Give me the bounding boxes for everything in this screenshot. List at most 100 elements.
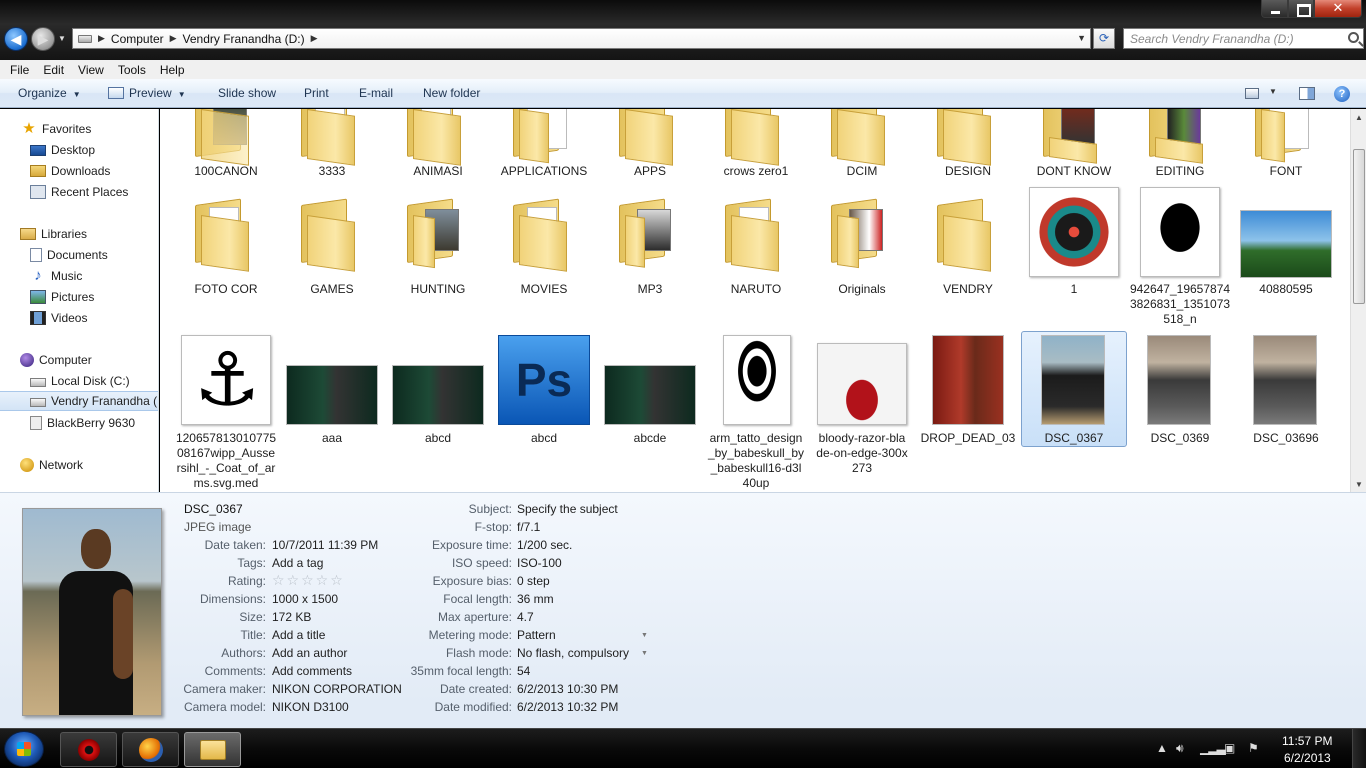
image-item[interactable]: DSC_03696: [1233, 331, 1339, 451]
search-input[interactable]: [1124, 29, 1334, 48]
breadcrumb-drive-d[interactable]: Vendry Franandha (D:): [183, 32, 305, 46]
folder-item[interactable]: 100CANON: [173, 109, 279, 179]
subject-field[interactable]: Specify the subject: [517, 502, 618, 516]
action-center-flag-icon[interactable]: ⚑: [1248, 741, 1259, 755]
start-button[interactable]: [4, 731, 44, 767]
folder-item[interactable]: MOVIES: [491, 185, 597, 296]
maximize-button[interactable]: [1288, 0, 1314, 18]
breadcrumb-arrow-icon[interactable]: ▶: [98, 33, 105, 44]
breadcrumb-arrow-icon[interactable]: ▶: [311, 33, 318, 44]
network-tray-icon[interactable]: ▣: [1224, 741, 1235, 755]
folder-item[interactable]: FOTO COR: [173, 185, 279, 296]
chevron-down-icon[interactable]: ▼: [641, 650, 648, 657]
taskbar-explorer-button[interactable]: [184, 732, 241, 767]
recent-pages-dropdown-icon[interactable]: ▼: [58, 35, 66, 43]
address-bar[interactable]: ▶ Computer ▶ Vendry Franandha (D:) ▶ ▼: [72, 28, 1091, 49]
camera-maker-field[interactable]: NIKON CORPORATION: [272, 682, 402, 696]
scroll-up-icon[interactable]: ▲: [1355, 113, 1363, 122]
slideshow-button[interactable]: Slide show: [218, 86, 276, 100]
authors-field[interactable]: Add an author: [272, 646, 347, 660]
psd-item[interactable]: Ps abcd: [491, 331, 597, 451]
organize-button[interactable]: Organize ▼: [18, 86, 81, 100]
folder-item[interactable]: FONT: [1233, 109, 1339, 179]
title-field[interactable]: Add a title: [272, 628, 325, 642]
folder-item[interactable]: EDITING: [1127, 109, 1233, 179]
folder-item[interactable]: DESIGN: [915, 109, 1021, 179]
image-item[interactable]: abcd: [385, 331, 491, 451]
image-item[interactable]: ⚓ 120657813010775 08167wipp_Ausse rsihl_…: [173, 331, 279, 491]
nav-pictures[interactable]: Pictures: [0, 287, 158, 307]
folder-item[interactable]: VENDRY: [915, 185, 1021, 296]
nav-downloads[interactable]: Downloads: [0, 161, 158, 181]
comments-field[interactable]: Add comments: [272, 664, 352, 678]
camera-model-field[interactable]: NIKON D3100: [272, 700, 349, 714]
menu-tools[interactable]: Tools: [118, 63, 146, 77]
show-hidden-icons-icon[interactable]: ▲: [1156, 741, 1168, 755]
image-item[interactable]: 1: [1021, 185, 1127, 296]
nav-music[interactable]: ♪ Music: [0, 266, 158, 286]
close-button[interactable]: ✕: [1314, 0, 1362, 18]
new-folder-button[interactable]: New folder: [423, 86, 480, 100]
folder-item[interactable]: NARUTO: [703, 185, 809, 296]
folder-item[interactable]: APPLICATIONS: [491, 109, 597, 179]
nav-videos[interactable]: Videos: [0, 308, 158, 328]
scroll-down-icon[interactable]: ▼: [1355, 480, 1363, 489]
taskbar-app-button[interactable]: [60, 732, 117, 767]
nav-libraries[interactable]: Libraries: [0, 224, 158, 244]
search-box[interactable]: [1123, 28, 1364, 49]
menu-edit[interactable]: Edit: [43, 63, 64, 77]
back-button[interactable]: ◀: [4, 27, 28, 51]
preview-pane-icon[interactable]: [1299, 87, 1315, 100]
image-item[interactable]: 40880595: [1233, 185, 1339, 296]
nav-computer[interactable]: Computer: [0, 350, 158, 370]
nav-desktop[interactable]: Desktop: [0, 140, 158, 160]
search-icon[interactable]: [1348, 32, 1359, 43]
show-desktop-button[interactable]: [1352, 729, 1366, 768]
minimize-button[interactable]: [1261, 0, 1288, 18]
nav-blackberry[interactable]: BlackBerry 9630: [0, 413, 158, 433]
taskbar-firefox-button[interactable]: [122, 732, 179, 767]
menu-file[interactable]: File: [10, 63, 29, 77]
help-icon[interactable]: ?: [1334, 86, 1350, 102]
nav-favorites[interactable]: ★ Favorites: [0, 119, 158, 139]
folder-item[interactable]: APPS: [597, 109, 703, 179]
folder-item[interactable]: GAMES: [279, 185, 385, 296]
folder-item[interactable]: 3333: [279, 109, 385, 179]
change-view-icon[interactable]: [1245, 88, 1259, 99]
nav-documents[interactable]: Documents: [0, 245, 158, 265]
print-button[interactable]: Print: [304, 86, 329, 100]
preview-button[interactable]: Preview ▼: [129, 86, 186, 100]
metering-mode-select[interactable]: Pattern: [517, 628, 556, 642]
image-item[interactable]: bloody-razor-bla de-on-edge-300x 273: [809, 331, 915, 475]
image-item[interactable]: DSC_0369: [1127, 331, 1233, 451]
folder-item[interactable]: HUNTING: [385, 185, 491, 296]
tags-field[interactable]: Add a tag: [272, 556, 323, 570]
image-item[interactable]: aaa: [279, 331, 385, 451]
image-item-selected[interactable]: DSC_0367: [1021, 331, 1127, 451]
forward-button[interactable]: ▶: [31, 27, 55, 51]
folder-item[interactable]: DONT KNOW: [1021, 109, 1127, 179]
view-options-dropdown-icon[interactable]: ▼: [1269, 87, 1277, 96]
clock-date[interactable]: 6/2/2013: [1284, 751, 1331, 765]
nav-recent-places[interactable]: Recent Places: [0, 182, 158, 202]
image-item[interactable]: DROP_DEAD_03: [915, 331, 1021, 451]
folder-item[interactable]: Originals: [809, 185, 915, 296]
folder-item[interactable]: ANIMASI: [385, 109, 491, 179]
menu-view[interactable]: View: [78, 63, 104, 77]
flash-mode-select[interactable]: No flash, compulsory: [517, 646, 629, 660]
date-taken-value[interactable]: 10/7/2011 11:39 PM: [272, 538, 378, 552]
rating-stars[interactable]: ☆☆☆☆☆: [272, 572, 345, 589]
menu-help[interactable]: Help: [160, 63, 185, 77]
clock-time[interactable]: 11:57 PM: [1282, 734, 1332, 748]
scrollbar-thumb[interactable]: [1353, 149, 1365, 304]
nav-network[interactable]: Network: [0, 455, 158, 475]
chevron-down-icon[interactable]: ▼: [641, 632, 648, 639]
nav-local-disk-c[interactable]: Local Disk (C:): [0, 371, 158, 391]
vertical-scrollbar[interactable]: ▲ ▼: [1350, 109, 1366, 492]
folder-item[interactable]: DCIM: [809, 109, 915, 179]
image-item[interactable]: abcde: [597, 331, 703, 451]
nav-drive-d[interactable]: Vendry Franandha (D: [0, 391, 158, 411]
breadcrumb-computer[interactable]: Computer: [111, 32, 164, 46]
volume-icon[interactable]: 🔊︎: [1176, 741, 1184, 756]
image-item[interactable]: arm_tatto_design _by_babeskull_by _babes…: [703, 331, 809, 491]
